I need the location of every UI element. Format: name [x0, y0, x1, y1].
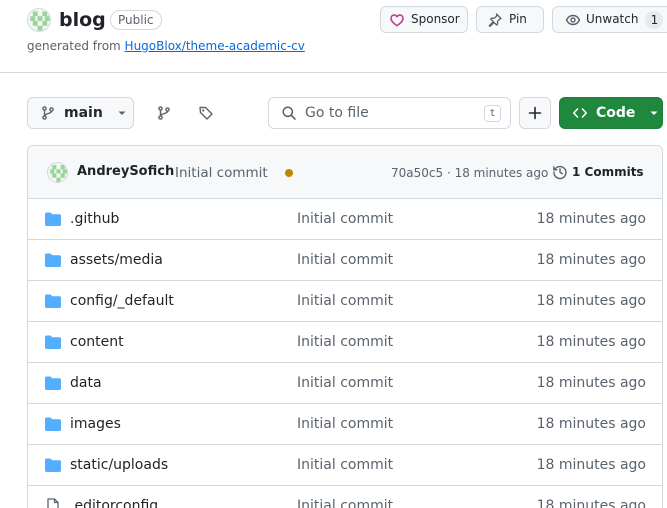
pin-icon [488, 12, 502, 27]
sponsor-button[interactable]: Sponsor [380, 6, 468, 33]
unwatch-label: Unwatch [586, 12, 639, 26]
branches-link[interactable] [152, 101, 176, 125]
commit-status-pending-icon[interactable] [285, 169, 293, 177]
file-row[interactable]: content Initial commit 18 minutes ago [28, 322, 662, 363]
code-button[interactable]: Code [559, 97, 663, 129]
file-table: AndreySofich Initial commit 70a50c5 · 18… [27, 145, 663, 508]
generated-from-prefix: generated from [27, 39, 125, 53]
eye-icon [565, 14, 581, 25]
identicon-icon [50, 165, 67, 182]
folder-icon [45, 253, 61, 267]
file-updated-time: 18 minutes ago [536, 457, 646, 473]
folder-icon [45, 376, 61, 390]
file-name-link[interactable]: assets/media [70, 251, 163, 269]
plus-icon [528, 106, 542, 120]
keyboard-shortcut-hint: t [484, 105, 501, 122]
go-to-file-input[interactable] [305, 105, 475, 121]
file-commit-message-link[interactable]: Initial commit [297, 456, 393, 474]
git-branch-icon [158, 106, 170, 120]
add-file-button[interactable] [519, 97, 551, 129]
tags-link[interactable] [194, 101, 218, 125]
visibility-badge: Public [110, 10, 162, 30]
sponsor-label: Sponsor [411, 12, 460, 26]
file-icon [47, 498, 59, 508]
commit-author-avatar[interactable] [47, 162, 68, 183]
file-name-link[interactable]: data [70, 374, 102, 392]
pin-button[interactable]: Pin [476, 6, 544, 33]
file-commit-message-link[interactable]: Initial commit [297, 374, 393, 392]
file-row[interactable]: .editorconfig Initial commit 18 minutes ag… [28, 486, 662, 508]
file-name-link[interactable]: static/uploads [70, 456, 168, 474]
go-to-file-search[interactable]: t [268, 97, 511, 129]
file-row[interactable]: assets/media Initial commit 18 minutes ago [28, 240, 662, 281]
commits-count-label: 1 Commits [572, 165, 644, 179]
file-name-link[interactable]: content [70, 333, 124, 351]
latest-commit-bar: AndreySofich Initial commit 70a50c5 · 18… [28, 146, 662, 199]
file-row[interactable]: config/_default Initial commit 18 minutes … [28, 281, 662, 322]
history-icon [553, 165, 567, 180]
file-updated-time: 18 minutes ago [536, 334, 646, 350]
file-updated-time: 18 minutes ago [536, 498, 646, 508]
heart-icon [390, 13, 404, 26]
file-row[interactable]: .github Initial commit 18 minutes ago [28, 199, 662, 240]
generated-from-text: generated from HugoBlox/theme-academic-c… [27, 38, 305, 54]
file-row[interactable]: data Initial commit 18 minutes ago [28, 363, 662, 404]
folder-icon [45, 335, 61, 349]
code-icon [573, 108, 587, 118]
commits-history-link[interactable]: 1 Commits [552, 163, 644, 181]
folder-icon [45, 294, 61, 308]
file-commit-message-link[interactable]: Initial commit [297, 251, 393, 269]
commit-author-link[interactable]: AndreySofich [77, 163, 174, 181]
identicon-icon [30, 11, 50, 31]
file-name-link[interactable]: .editorconfig [70, 497, 158, 508]
folder-icon [45, 417, 61, 431]
commit-hash-and-time[interactable]: 70a50c5 · 18 minutes ago [391, 165, 548, 181]
file-commit-message-link[interactable]: Initial commit [297, 333, 393, 351]
search-icon [282, 106, 296, 120]
branch-selector-button[interactable]: main [27, 97, 134, 129]
file-commit-message-link[interactable]: Initial commit [297, 497, 393, 508]
file-commit-message-link[interactable]: Initial commit [297, 292, 393, 310]
file-name-link[interactable]: config/_default [70, 292, 174, 310]
caret-down-icon [118, 111, 126, 115]
folder-icon [45, 212, 61, 226]
repo-name-link[interactable]: blog [59, 8, 106, 32]
file-name-link[interactable]: images [70, 415, 121, 433]
file-row[interactable]: static/uploads Initial commit 18 minutes a… [28, 445, 662, 486]
file-row[interactable]: images Initial commit 18 minutes ago [28, 404, 662, 445]
file-updated-time: 18 minutes ago [536, 211, 646, 227]
code-label: Code [596, 105, 636, 121]
caret-down-icon [650, 111, 658, 115]
unwatch-button[interactable]: Unwatch 1 [552, 6, 667, 33]
file-updated-time: 18 minutes ago [536, 252, 646, 268]
file-commit-message-link[interactable]: Initial commit [297, 415, 393, 433]
file-updated-time: 18 minutes ago [536, 375, 646, 391]
git-branch-icon [42, 106, 54, 120]
watchers-counter: 1 [645, 10, 664, 29]
file-commit-message-link[interactable]: Initial commit [297, 210, 393, 228]
file-name-link[interactable]: .github [70, 210, 119, 228]
file-updated-time: 18 minutes ago [536, 416, 646, 432]
repo-owner-avatar[interactable] [27, 8, 51, 32]
repo-header: blog Public generated from HugoBlox/them… [0, 0, 667, 73]
file-updated-time: 18 minutes ago [536, 293, 646, 309]
pin-label: Pin [509, 12, 527, 26]
template-repo-link[interactable]: HugoBlox/theme-academic-cv [125, 39, 305, 53]
tag-icon [199, 106, 213, 120]
branch-name: main [64, 105, 103, 121]
commit-message-link[interactable]: Initial commit [175, 164, 268, 182]
folder-icon [45, 458, 61, 472]
